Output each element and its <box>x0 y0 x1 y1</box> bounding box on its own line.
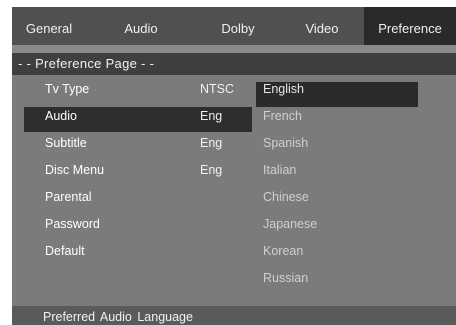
tab-video[interactable]: Video <box>280 7 364 45</box>
page-title-text: - - Preference Page - - <box>18 56 155 71</box>
option-italian[interactable]: Italian <box>263 160 296 180</box>
tab-audio[interactable]: Audio <box>86 7 196 45</box>
setting-tv-type[interactable]: Tv Type <box>45 79 89 99</box>
page-title: - - Preference Page - - <box>12 53 456 75</box>
tab-preference[interactable]: Preference <box>364 7 456 45</box>
setting-default[interactable]: Default <box>45 241 85 261</box>
option-chinese[interactable]: Chinese <box>263 187 309 207</box>
tab-general[interactable]: General <box>12 7 86 45</box>
setting-subtitle[interactable]: Subtitle <box>45 133 87 153</box>
setting-parental[interactable]: Parental <box>45 187 92 207</box>
setting-value-subtitle: Eng <box>200 136 223 150</box>
option-russian[interactable]: Russian <box>263 268 308 288</box>
tab-bar: General Audio Dolby Video Preference <box>12 7 456 45</box>
option-french[interactable]: French <box>263 106 302 126</box>
option-japanese[interactable]: Japanese <box>263 214 317 234</box>
status-text: Preferred Audio Language <box>43 310 193 324</box>
tab-dolby[interactable]: Dolby <box>196 7 280 45</box>
tab-divider <box>12 45 456 53</box>
setting-value-audio: Eng <box>200 109 223 123</box>
setting-disc-menu[interactable]: Disc Menu <box>45 160 104 180</box>
option-spanish[interactable]: Spanish <box>263 133 308 153</box>
setting-audio[interactable]: Audio <box>45 106 77 126</box>
setting-password[interactable]: Password <box>45 214 100 234</box>
option-korean[interactable]: Korean <box>263 241 303 261</box>
option-english[interactable]: English <box>263 79 304 99</box>
setting-value-disc-menu: Eng <box>200 163 223 177</box>
osd-screen: General Audio Dolby Video Preference - -… <box>12 7 456 325</box>
setting-value-tv-type: NTSC <box>200 82 235 96</box>
